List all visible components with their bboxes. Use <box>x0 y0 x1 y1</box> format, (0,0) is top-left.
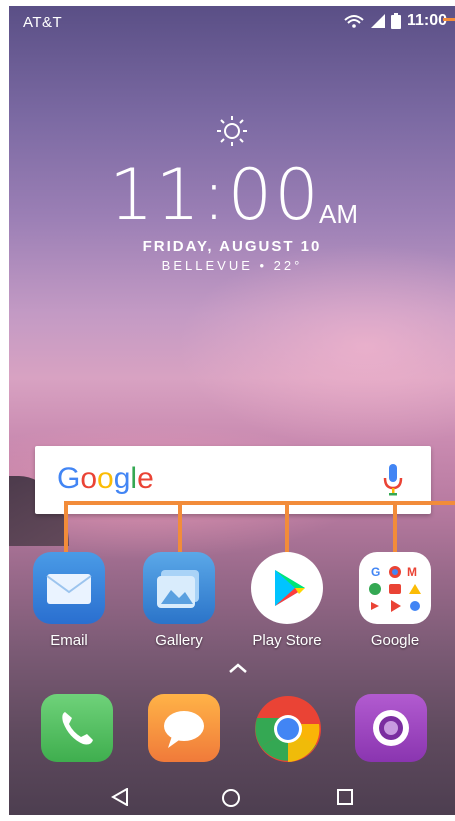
google-logo: Google <box>57 462 154 495</box>
phone-icon[interactable] <box>41 694 113 762</box>
location-weather: BELLEVUE • 22° <box>161 258 303 273</box>
email-icon <box>33 552 105 624</box>
app-label-email: Email <box>50 632 88 649</box>
wifi-signal-icon <box>344 15 364 28</box>
clock-date: FRIDAY, AUGUST 10 <box>142 238 322 255</box>
callout-playstore-line <box>285 501 289 556</box>
status-bar: AT&T 11:00 <box>9 6 455 38</box>
sun-icon <box>217 116 247 146</box>
svg-text:M: M <box>407 565 417 579</box>
carrier-label: AT&T <box>23 14 63 31</box>
google-folder-icon: G M <box>359 552 431 624</box>
callout-gallery-line <box>178 501 182 556</box>
clock-time: 11:00 <box>109 154 321 236</box>
play-store-icon <box>251 552 323 624</box>
chrome-icon[interactable] <box>253 694 323 764</box>
gallery-icon <box>143 552 215 624</box>
app-gallery[interactable]: Gallery <box>139 552 219 649</box>
home-screen: AT&T 11:00 11:00 AM FRIDAY, AUGUST 10 BE… <box>9 6 455 815</box>
chevron-up-icon[interactable] <box>229 663 247 673</box>
callout-google-line <box>393 501 397 556</box>
status-icons: 11:00 <box>343 12 447 30</box>
battery-icon <box>390 13 401 29</box>
app-label-google: Google <box>370 632 420 649</box>
home-icon[interactable] <box>221 788 241 808</box>
back-icon[interactable] <box>111 788 129 806</box>
callout-email-line <box>64 501 68 556</box>
app-label-play-store: Play Store <box>252 632 322 649</box>
app-email[interactable]: Email <box>29 552 109 649</box>
nav-bar <box>9 776 455 815</box>
status-time: 11:00 <box>406 12 447 29</box>
svg-text:G: G <box>371 565 380 579</box>
app-play-store[interactable]: Play Store <box>247 552 327 649</box>
mic-icon[interactable] <box>383 464 403 496</box>
app-google-folder[interactable]: G M Google <box>355 552 435 649</box>
messages-icon[interactable] <box>148 694 220 762</box>
clock-ampm: AM <box>319 199 358 229</box>
cell-signal-icon <box>370 14 385 28</box>
callout-status-line <box>443 18 455 21</box>
camera-icon[interactable] <box>355 694 427 762</box>
recents-icon[interactable] <box>337 789 353 805</box>
app-label-gallery: Gallery <box>155 632 203 649</box>
